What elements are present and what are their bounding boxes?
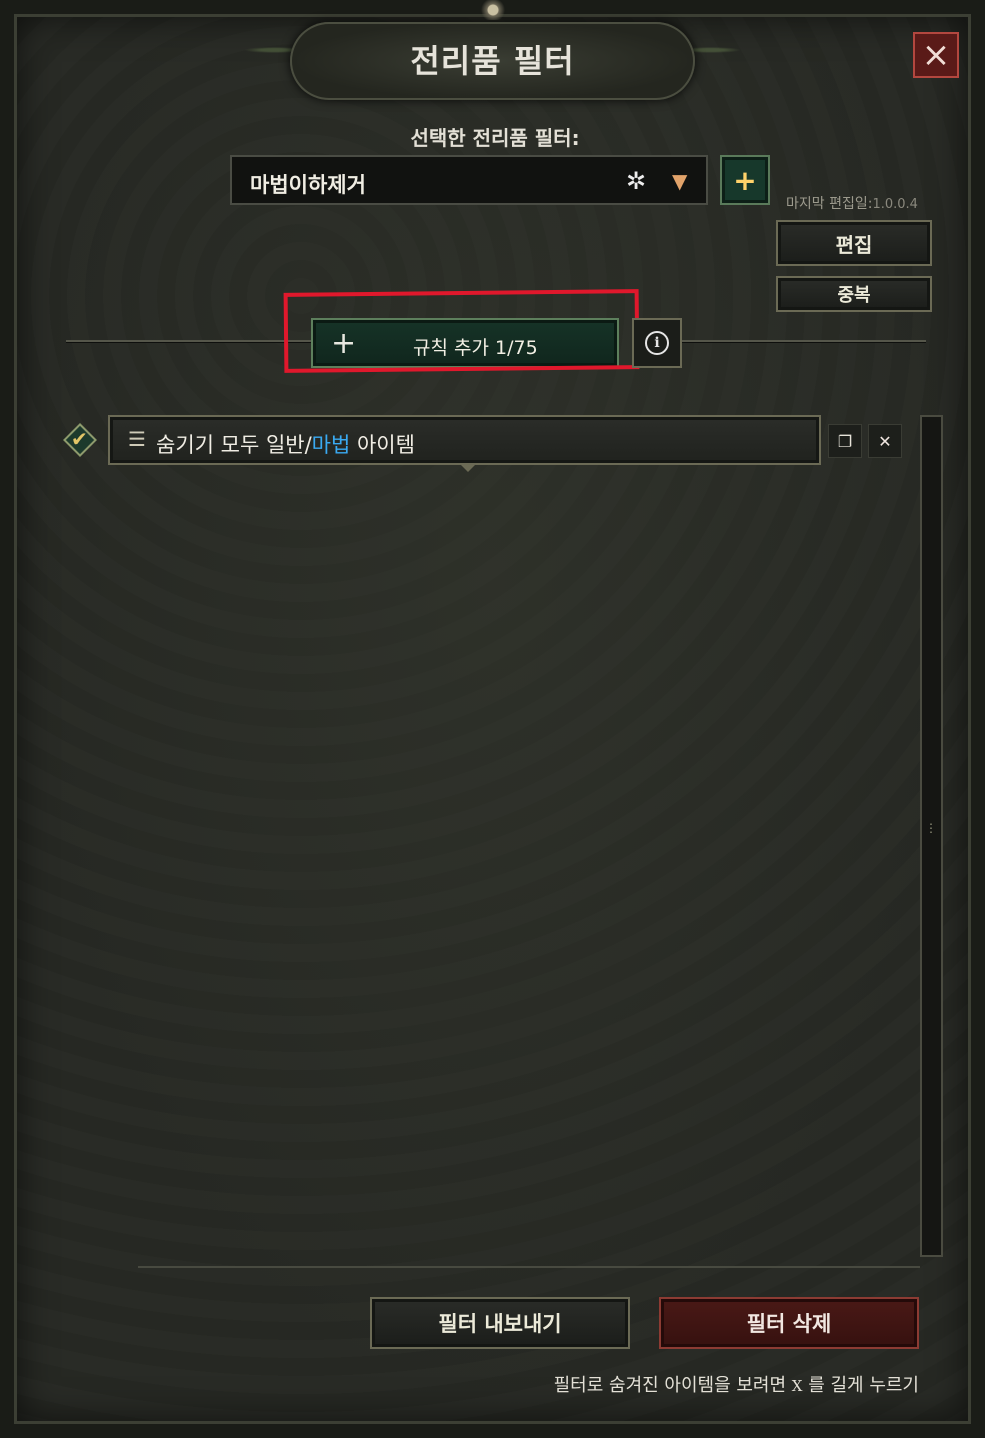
hint-before: 필터로 숨겨진 아이템을 보려면: [553, 1375, 792, 1396]
delete-rule-button[interactable]: ✕: [868, 424, 902, 458]
hint-after: 를 길게 누르기: [802, 1375, 919, 1396]
last-edit-label: 마지막 편집일:: [786, 196, 873, 212]
rule-row[interactable]: ☰ 숨기기 모두 일반/마법 아이템: [108, 415, 821, 472]
copy-rule-button[interactable]: ❐: [828, 424, 862, 458]
check-icon: ✔: [71, 427, 88, 451]
footer-divider: [138, 1266, 920, 1268]
scrollbar[interactable]: [920, 415, 943, 1257]
hint-key: X: [791, 1377, 803, 1395]
rule-enable-checkbox[interactable]: ✔: [63, 423, 97, 457]
add-filter-button[interactable]: +: [720, 155, 770, 205]
crown-ornament-icon: [480, 0, 506, 20]
copy-icon: ❐: [837, 431, 853, 451]
chevron-down-icon: ▼: [672, 169, 688, 193]
expand-notch-icon: [460, 464, 476, 472]
drag-handle-icon[interactable]: ☰: [128, 427, 146, 451]
last-edit-info: 마지막 편집일:1.0.0.4: [786, 193, 918, 213]
hint-text: 필터로 숨겨진 아이템을 보려면 X 를 길게 누르기: [554, 1371, 919, 1397]
filter-dropdown[interactable]: 마법이하제거 ✲ ▼: [230, 155, 708, 205]
export-filter-button[interactable]: 필터 내보내기: [370, 1297, 630, 1349]
divider-right: [682, 340, 926, 342]
rule-text: 숨기기 모두 일반/마법 아이템: [156, 429, 415, 459]
add-rule-label: 규칙 추가 1/75: [413, 337, 538, 359]
scroll-handle-icon[interactable]: ⋮: [925, 822, 937, 834]
rule-text-prefix: 숨기기 모두 일반/: [156, 433, 312, 457]
edit-button[interactable]: 편집: [776, 220, 932, 266]
close-icon: ×: [921, 35, 951, 75]
loot-filter-window: [0, 0, 985, 1438]
info-button[interactable]: i: [632, 318, 682, 368]
plus-icon: +: [733, 163, 757, 197]
favorite-star-icon[interactable]: ✲: [626, 167, 646, 195]
selected-filter-label: 선택한 전리품 필터:: [410, 126, 580, 150]
duplicate-button[interactable]: 중복: [776, 276, 932, 312]
rule-text-suffix: 아이템: [350, 433, 415, 457]
info-icon: i: [645, 331, 669, 355]
version-text: 1.0.0.4: [872, 197, 918, 212]
window-title: 전리품 필터: [410, 42, 575, 80]
plus-icon: +: [331, 326, 357, 361]
add-rule-button[interactable]: + 규칙 추가 1/75: [311, 318, 619, 368]
rule-text-magic: 마법: [311, 433, 351, 457]
divider-left: [66, 340, 311, 342]
filter-dropdown-value: 마법이하제거: [250, 173, 366, 197]
close-button[interactable]: ×: [913, 32, 959, 78]
close-icon: ✕: [878, 431, 892, 451]
delete-filter-button[interactable]: 필터 삭제: [659, 1297, 919, 1349]
